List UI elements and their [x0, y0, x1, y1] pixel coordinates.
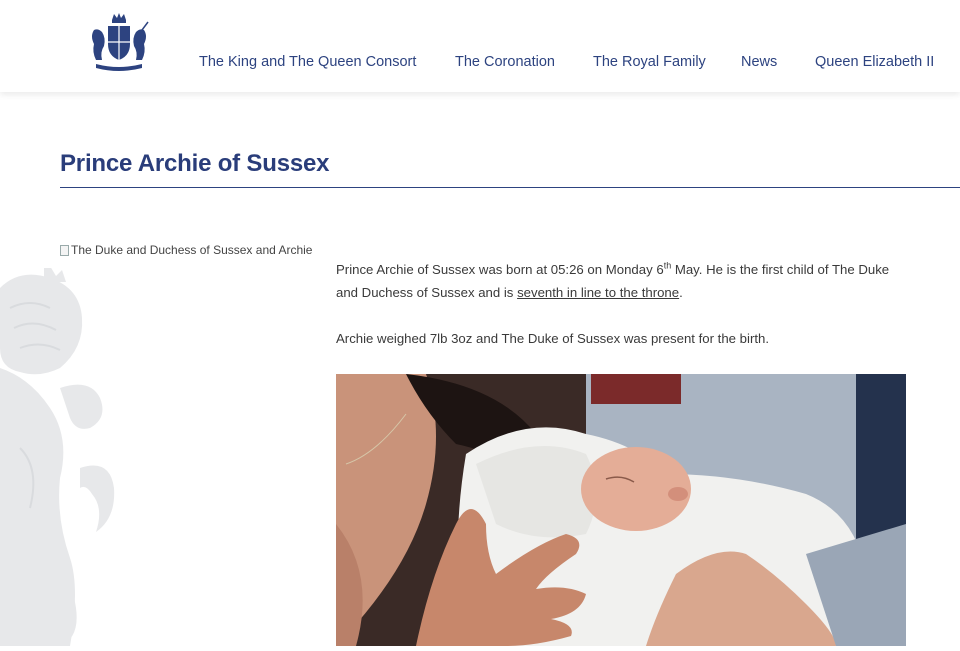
nav-link-coronation[interactable]: The Coronation [455, 54, 555, 70]
main-navigation: The King and The Queen Consort The Coron… [0, 54, 960, 74]
nav-link-queen-elizabeth-ii[interactable]: Queen Elizabeth II [815, 54, 934, 70]
image-alt-text: The Duke and Duchess of Sussex and Archi… [71, 243, 313, 257]
page-title: Prince Archie of Sussex [60, 150, 330, 177]
lion-watermark-icon [0, 266, 120, 646]
broken-image-icon [60, 244, 69, 256]
line-of-succession-link[interactable]: seventh in line to the throne [517, 285, 679, 300]
archie-photo [336, 374, 906, 646]
nav-link-royal-family[interactable]: The Royal Family [593, 54, 706, 70]
intro-paragraph: Prince Archie of Sussex was born at 05:2… [336, 260, 890, 300]
birth-detail-paragraph: Archie weighed 7lb 3oz and The Duke of S… [336, 331, 769, 346]
broken-image-placeholder: The Duke and Duchess of Sussex and Archi… [60, 243, 312, 257]
title-divider [60, 187, 960, 188]
nav-link-king-and-queen-consort[interactable]: The King and The Queen Consort [199, 54, 416, 70]
nav-link-news[interactable]: News [741, 54, 777, 70]
site-header: The King and The Queen Consort The Coron… [0, 0, 960, 92]
